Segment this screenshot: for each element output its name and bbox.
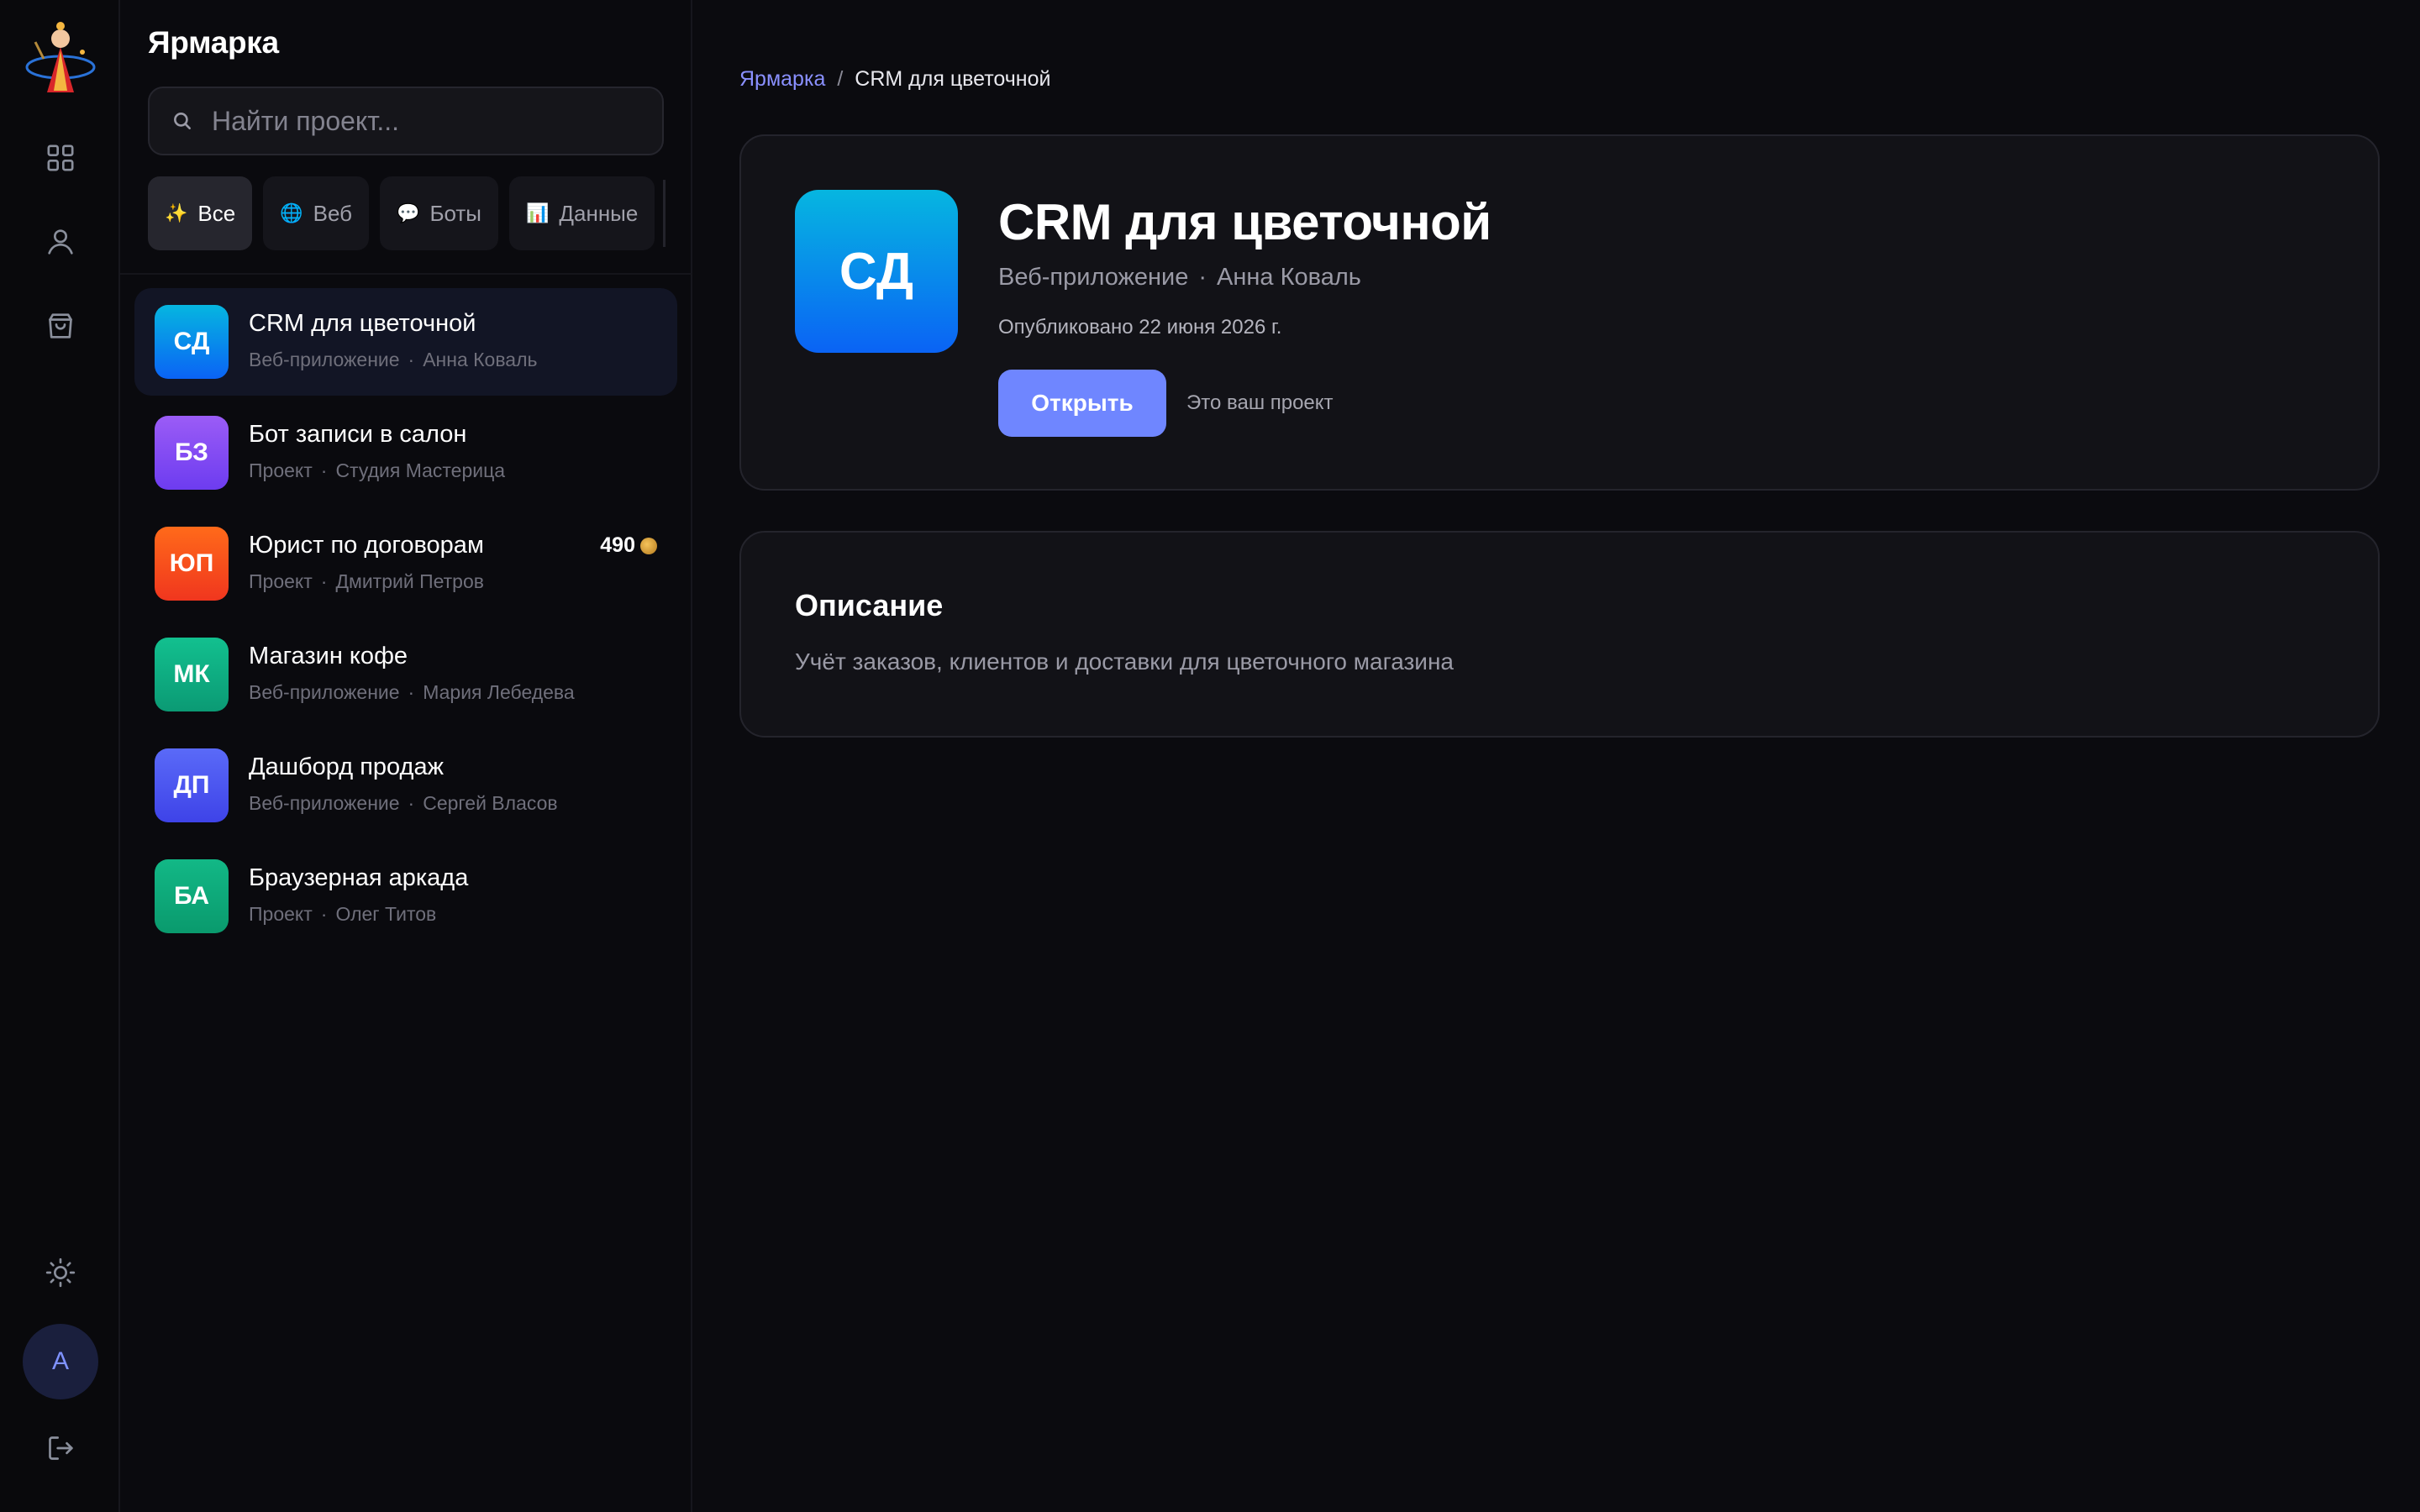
project-avatar: ДП: [155, 748, 229, 822]
filter-chip-all[interactable]: ✨ Все: [148, 176, 253, 250]
own-project-note: Это ваш проект: [1186, 391, 1334, 414]
list-item[interactable]: БЗ Бот записи в салон Проект · Студия Маст…: [134, 399, 677, 507]
project-type: Проект: [249, 459, 313, 481]
avatar-letter: А: [51, 1347, 69, 1375]
project-avatar: БА: [155, 859, 229, 933]
breadcrumb: Ярмарка / CRM для цветочной: [739, 67, 1050, 92]
chips-overflow-divider: [663, 180, 666, 247]
project-title: Юрист по договорам: [249, 532, 484, 559]
logout-icon[interactable]: [34, 1421, 87, 1475]
project-avatar: СД: [155, 305, 229, 379]
published-date: Опубликовано 22 июня 2026 г.: [998, 316, 1282, 339]
project-author: Студия Мастерица: [335, 459, 506, 481]
grid-icon[interactable]: [34, 131, 87, 185]
project-title: CRM для цветочной: [249, 310, 476, 337]
project-author: Анна Коваль: [1217, 264, 1361, 291]
user-icon[interactable]: [34, 215, 87, 269]
user-avatar[interactable]: А: [23, 1324, 98, 1399]
speech-bubble-icon: 💬: [397, 202, 420, 223]
project-avatar: ЮП: [155, 527, 229, 601]
mascot-logo-icon[interactable]: [24, 17, 97, 97]
sun-icon[interactable]: [34, 1246, 87, 1299]
breadcrumb-separator: /: [837, 67, 844, 91]
filter-chip-label: Веб: [313, 200, 353, 226]
price-badge: 490: [600, 533, 657, 558]
project-type: Проект: [249, 903, 313, 925]
project-meta: Веб-приложение · Мария Лебедева: [249, 681, 575, 703]
filter-chip-data[interactable]: 📊 Данные: [508, 176, 655, 250]
breadcrumb-current: CRM для цветочной: [855, 67, 1051, 91]
sparkles-icon: ✨: [165, 202, 188, 223]
project-type: Веб-приложение: [249, 792, 400, 814]
description-card: Описание Учёт заказов, клиентов и достав…: [739, 531, 2380, 738]
list-item[interactable]: БА Браузерная аркада Проект · Олег Титов: [134, 843, 677, 950]
project-author: Олег Титов: [335, 903, 437, 925]
price-value: 490: [600, 533, 635, 557]
project-meta: Веб-приложение · Анна Коваль: [249, 349, 538, 370]
filter-chips: ✨ Все 🌐 Веб 💬 Боты 📊 Данные: [148, 176, 664, 250]
project-title: Магазин кофе: [249, 643, 408, 669]
filter-chip-label: Данные: [559, 200, 639, 226]
project-avatar: МК: [155, 638, 229, 711]
project-list: СД CRM для цветочной Веб-приложение · Анна…: [134, 288, 677, 953]
search-box[interactable]: [148, 87, 664, 155]
breadcrumb-home-link[interactable]: Ярмарка: [739, 67, 825, 91]
search-icon: [174, 113, 191, 129]
project-type: Веб-приложение: [249, 349, 400, 370]
filter-chip-bots[interactable]: 💬 Боты: [380, 176, 498, 250]
search-input[interactable]: [212, 105, 649, 137]
project-meta: Проект · Дмитрий Петров: [249, 570, 484, 592]
shopping-bag-icon[interactable]: [34, 299, 87, 353]
project-hero-card: СД CRM для цветочной Веб-приложение · Анна…: [739, 134, 2380, 491]
sidebar-divider: [120, 273, 692, 275]
project-avatar: БЗ: [155, 416, 229, 490]
filter-chip-label: Боты: [429, 200, 481, 226]
project-author: Дмитрий Петров: [335, 570, 484, 592]
project-title: Бот записи в салон: [249, 421, 467, 448]
project-type: Проект: [249, 570, 313, 592]
project-title: Браузерная аркада: [249, 864, 469, 891]
page-title: CRM для цветочной: [998, 194, 1491, 250]
icon-rail: А: [0, 0, 120, 1512]
list-item[interactable]: ЮП Юрист по договорам 490 Проект · Дмитрий…: [134, 510, 677, 617]
project-meta: Веб-приложение · Анна Коваль: [998, 264, 1361, 291]
project-meta: Веб-приложение · Сергей Власов: [249, 792, 558, 814]
open-button[interactable]: Открыть: [998, 370, 1166, 437]
filter-chip-label: Все: [197, 200, 236, 226]
coin-icon: [640, 537, 657, 554]
project-author: Мария Лебедева: [423, 681, 575, 703]
filter-chip-web[interactable]: 🌐 Веб: [263, 176, 370, 250]
project-meta: Проект · Олег Титов: [249, 903, 437, 925]
project-title: Дашборд продаж: [249, 753, 444, 780]
sidebar-title: Ярмарка: [148, 25, 279, 60]
list-item[interactable]: МК Магазин кофе Веб-приложение · Мария Леб…: [134, 621, 677, 728]
project-logo: СД: [795, 190, 958, 353]
description-heading: Описание: [795, 588, 944, 622]
project-author: Анна Коваль: [423, 349, 538, 370]
project-meta: Проект · Студия Мастерица: [249, 459, 506, 481]
project-type: Веб-приложение: [998, 264, 1189, 291]
list-item[interactable]: ДП Дашборд продаж Веб-приложение · Сергей …: [134, 732, 677, 839]
project-type: Веб-приложение: [249, 681, 400, 703]
description-text: Учёт заказов, клиентов и доставки для цв…: [795, 648, 1454, 675]
bar-chart-icon: 📊: [525, 202, 550, 223]
project-author: Сергей Власов: [423, 792, 558, 814]
globe-icon: 🌐: [280, 202, 303, 223]
list-item[interactable]: СД CRM для цветочной Веб-приложение · Анна…: [134, 288, 677, 396]
